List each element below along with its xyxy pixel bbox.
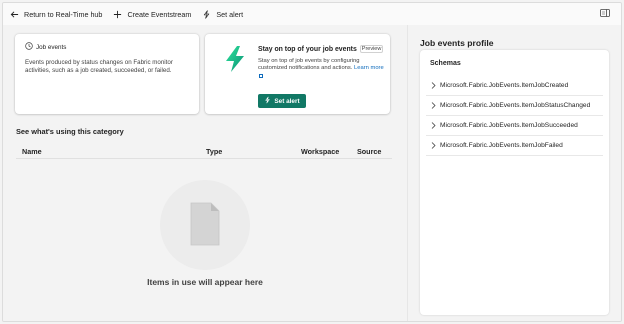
empty-state-illustration (160, 180, 250, 270)
schema-item[interactable]: Microsoft.Fabric.JobEvents.ItemJobFailed (426, 136, 603, 156)
column-source[interactable]: Source (357, 147, 381, 156)
schema-item-label: Microsoft.Fabric.JobEvents.ItemJobCreate… (440, 82, 569, 89)
usage-section-title: See what's using this category (16, 127, 124, 136)
preview-badge: Preview (359, 45, 384, 53)
alert-promo-card: Stay on top of your job events Preview S… (205, 34, 390, 114)
column-name[interactable]: Name (22, 147, 42, 156)
lightning-icon (223, 45, 247, 73)
set-alert-button[interactable]: Set alert (258, 94, 306, 108)
profile-title: Job events profile (420, 38, 494, 48)
toolbar-set-alert-label: Set alert (216, 9, 244, 19)
create-eventstream-button[interactable]: Create Eventstream (113, 10, 191, 19)
schema-item[interactable]: Microsoft.Fabric.JobEvents.ItemJobSuccee… (426, 116, 603, 136)
plus-icon (113, 10, 122, 19)
chevron-right-icon (426, 82, 440, 89)
schemas-title: Schemas (430, 60, 461, 67)
alert-card-title: Stay on top of your job events (258, 45, 357, 53)
usage-table-header: Name Type Workspace Source (16, 146, 392, 159)
alert-card-description: Stay on top of job events by configuring… (258, 58, 386, 80)
panel-toggle-button[interactable] (600, 9, 610, 19)
chevron-right-icon (426, 102, 440, 109)
return-button-label: Return to Real-Time hub (24, 9, 103, 19)
return-button[interactable]: Return to Real-Time hub (10, 10, 102, 19)
create-eventstream-label: Create Eventstream (127, 9, 192, 19)
set-alert-bolt-icon (264, 96, 271, 106)
schema-item-label: Microsoft.Fabric.JobEvents.ItemJobStatus… (440, 102, 591, 109)
empty-state-text: Items in use will appear here (147, 277, 263, 287)
alert-bolt-icon (202, 9, 211, 19)
schema-item-label: Microsoft.Fabric.JobEvents.ItemJobSuccee… (440, 122, 578, 129)
info-card-description: Events produced by status changes on Fab… (25, 59, 173, 74)
info-card-title: Job events (36, 43, 67, 51)
profile-pane: Job events profile Schemas Microsoft.Fab… (408, 25, 621, 321)
info-card-header: Job events (25, 42, 189, 52)
main-pane: Job events Events produced by status cha… (3, 25, 407, 321)
schema-item-label: Microsoft.Fabric.JobEvents.ItemJobFailed (440, 142, 563, 149)
schemas-card: Schemas Microsoft.Fabric.JobEvents.ItemJ… (420, 50, 609, 315)
panel-toggle-icon (600, 9, 610, 19)
alert-card-heading: Stay on top of your job events Preview (258, 45, 384, 53)
chevron-right-icon (426, 122, 440, 129)
external-link-icon (259, 73, 263, 78)
set-alert-button-label: Set alert (274, 97, 300, 105)
document-icon (189, 201, 221, 247)
toolbar-set-alert-button[interactable]: Set alert (202, 10, 243, 19)
column-type[interactable]: Type (206, 147, 222, 156)
schema-item[interactable]: Microsoft.Fabric.JobEvents.ItemJobCreate… (426, 76, 603, 96)
column-workspace[interactable]: Workspace (301, 147, 339, 156)
arrow-left-icon (10, 10, 19, 19)
chevron-right-icon (426, 142, 440, 149)
toolbar: Return to Real-Time hub Create Eventstre… (3, 3, 621, 25)
job-events-icon (25, 42, 33, 52)
alert-card-description-text: Stay on top of job events by configuring… (258, 58, 360, 72)
schema-item[interactable]: Microsoft.Fabric.JobEvents.ItemJobStatus… (426, 96, 603, 116)
job-events-info-card: Job events Events produced by status cha… (15, 34, 199, 114)
app-frame: Return to Real-Time hub Create Eventstre… (2, 2, 622, 322)
